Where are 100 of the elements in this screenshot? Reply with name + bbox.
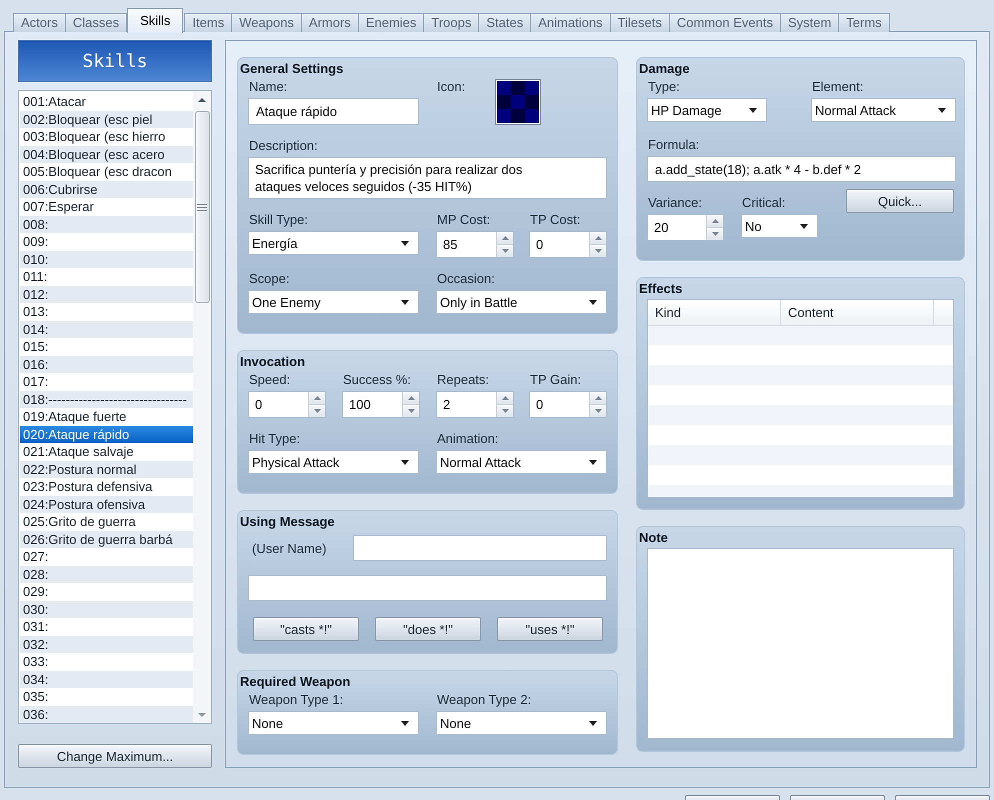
caret-up-icon — [408, 396, 414, 400]
tab[interactable]: Tilesets — [610, 13, 670, 32]
field-label: Variance: — [647, 195, 702, 211]
spin-up-button[interactable] — [403, 392, 419, 404]
list-item[interactable]: 022:Postura normal — [20, 460, 193, 478]
field-label: TP Gain: — [529, 372, 582, 388]
message-field[interactable] — [353, 535, 607, 561]
text-field[interactable]: a.add_state(18); a.atk * 4 - b.def * 2 — [647, 156, 956, 182]
list-item[interactable]: 012: — [20, 286, 193, 303]
spin-down-button[interactable] — [590, 404, 606, 417]
grip-icon — [197, 204, 207, 210]
tab[interactable]: Animations — [530, 13, 611, 32]
scrollbar-thumb[interactable] — [194, 111, 210, 303]
spin-up-button[interactable] — [590, 392, 606, 404]
field-label: Animation: — [436, 431, 498, 447]
checkered-tile-icon[interactable] — [495, 79, 542, 125]
dropdown[interactable]: None — [248, 711, 419, 735]
panel-title: General Settings — [240, 61, 344, 77]
dropdown[interactable]: None — [436, 711, 607, 735]
message-field[interactable] — [248, 575, 607, 601]
tab[interactable]: Skills — [127, 8, 184, 33]
number-field[interactable]: 2 — [436, 391, 514, 418]
list-item[interactable]: 010: — [20, 250, 193, 268]
dropdown[interactable]: HP Damage — [647, 98, 767, 122]
dropdown[interactable]: Physical Attack — [248, 450, 419, 474]
tab[interactable]: Actors — [13, 13, 66, 32]
dialog-button[interactable] — [790, 795, 885, 800]
list-item[interactable]: 028: — [20, 566, 193, 583]
text-field[interactable]: Ataque rápido — [248, 98, 419, 125]
tab[interactable]: Troops — [423, 13, 480, 32]
dropdown[interactable]: One Enemy — [248, 290, 419, 314]
list-item[interactable]: 030: — [20, 600, 193, 618]
dropdown[interactable]: Only in Battle — [436, 290, 607, 314]
number-field[interactable]: 0 — [529, 231, 607, 258]
note-field[interactable] — [647, 548, 954, 739]
spin-up-button[interactable] — [497, 392, 513, 404]
number-field[interactable]: 100 — [342, 391, 420, 418]
dropdown[interactable]: Normal Attack — [436, 450, 607, 474]
spin-down-button[interactable] — [497, 404, 513, 417]
spin-up-button[interactable] — [707, 215, 723, 227]
list-item[interactable]: 014: — [20, 320, 193, 338]
tab[interactable]: Terms — [838, 13, 890, 32]
change-maximum-button[interactable]: Change Maximum... — [18, 744, 212, 768]
number-field[interactable]: 85 — [436, 231, 514, 258]
list-item[interactable]: 026:Grito de guerra barbá — [20, 530, 193, 548]
quick-button[interactable]: Quick... — [846, 189, 954, 213]
spin-up-button[interactable] — [309, 392, 325, 404]
caret-down-icon — [712, 232, 718, 236]
list-item[interactable]: 006:Cubrirse — [20, 180, 193, 198]
caret-down-icon — [589, 720, 597, 726]
list-item[interactable]: 034: — [20, 670, 193, 688]
dialog-button[interactable] — [895, 795, 990, 800]
list-item[interactable]: 016: — [20, 356, 193, 373]
tab[interactable]: Classes — [64, 13, 128, 32]
user-name-label: (User Name) — [251, 540, 328, 556]
skill-list[interactable] — [18, 90, 212, 724]
caret-down-icon — [589, 300, 597, 304]
spin-down-button[interactable] — [707, 227, 723, 240]
tab[interactable]: Armors — [300, 13, 359, 32]
scrollbar[interactable] — [193, 91, 211, 723]
spin-down-button[interactable] — [497, 244, 513, 257]
spin-down-button[interactable] — [590, 244, 606, 257]
field-label: MP Cost: — [436, 212, 490, 228]
dialog-button[interactable] — [685, 795, 780, 800]
list-item[interactable]: 018:-------------------------------- — [20, 390, 193, 408]
text-area[interactable]: Sacrifica puntería y precisión para realizar dos ataques veloces seguidos (-35 HIT%) — [248, 157, 607, 199]
caret-up-icon — [712, 219, 718, 223]
tab[interactable]: System — [780, 13, 840, 32]
list-item[interactable]: 004:Bloquear (esc acero — [20, 146, 193, 163]
list-item[interactable]: 002:Bloquear (esc piel — [20, 110, 193, 128]
list-item[interactable]: 020:Ataque rápido — [20, 426, 193, 443]
tab[interactable]: Items — [184, 13, 232, 32]
caret-down-icon — [401, 240, 409, 246]
spin-up-button[interactable] — [590, 232, 606, 244]
tab[interactable]: Weapons — [231, 13, 302, 32]
caret-down-icon — [502, 249, 508, 253]
spin-up-button[interactable] — [497, 232, 513, 244]
field-label: Success %: — [342, 372, 411, 388]
tab[interactable]: Enemies — [358, 13, 424, 32]
caret-down-icon — [401, 300, 409, 304]
message-template-button[interactable]: "does *!" — [375, 617, 481, 641]
dropdown[interactable]: Normal Attack — [811, 98, 956, 122]
dropdown[interactable]: Energía — [248, 231, 419, 255]
number-field[interactable]: 0 — [529, 391, 607, 418]
number-field[interactable]: 20 — [647, 214, 724, 241]
list-item[interactable]: 024:Postura ofensiva — [20, 496, 193, 513]
list-item[interactable]: 036: — [20, 706, 193, 723]
spin-down-button[interactable] — [309, 404, 325, 417]
list-item[interactable]: 032: — [20, 636, 193, 653]
effects-table[interactable]: Kind Content — [647, 299, 954, 498]
caret-down-icon — [938, 108, 946, 112]
tab[interactable]: States — [478, 13, 532, 32]
tab[interactable]: Common Events — [668, 13, 781, 32]
caret-down-icon — [594, 249, 602, 253]
spin-down-button[interactable] — [403, 404, 419, 417]
list-item[interactable]: 008: — [20, 216, 193, 233]
message-template-button[interactable]: "casts *!" — [253, 617, 359, 641]
message-template-button[interactable]: "uses *!" — [497, 617, 603, 641]
number-field[interactable]: 0 — [248, 391, 326, 418]
dropdown[interactable]: No — [741, 214, 818, 238]
